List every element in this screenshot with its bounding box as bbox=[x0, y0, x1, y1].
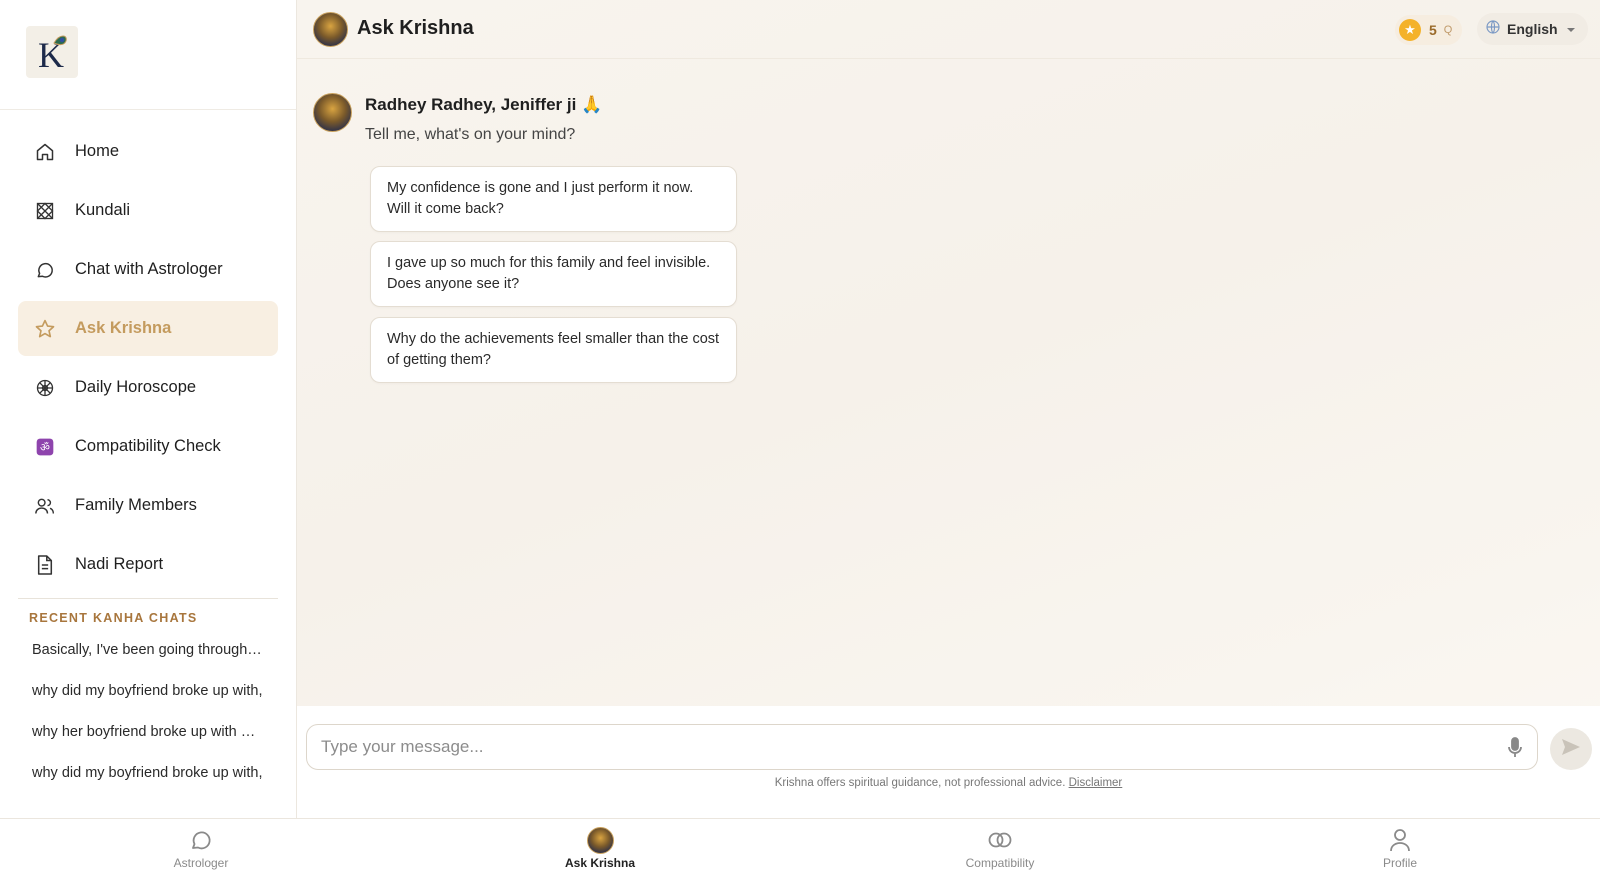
bottom-nav: Astrologer Ask Krishna Compatibility Pro… bbox=[0, 818, 1600, 875]
microphone-icon[interactable] bbox=[1507, 737, 1523, 764]
om-icon: ॐ bbox=[34, 436, 56, 458]
coin-count: 5 bbox=[1429, 22, 1437, 38]
logo-area: K bbox=[0, 0, 296, 110]
sidebar-item-family-members[interactable]: Family Members bbox=[18, 478, 278, 533]
coin-star-icon: ★ bbox=[1399, 19, 1421, 41]
zodiac-wheel-icon bbox=[34, 377, 56, 399]
sidebar-item-chat-with-astrologer[interactable]: Chat with Astrologer bbox=[18, 242, 278, 297]
sidebar-item-label: Nadi Report bbox=[75, 555, 164, 573]
message-input-box bbox=[306, 724, 1538, 770]
composer: Krishna offers spiritual guidance, not p… bbox=[297, 706, 1600, 818]
sidebar-item-nadi-report[interactable]: Nadi Report bbox=[18, 537, 278, 592]
chat-bubble-icon bbox=[141, 827, 261, 853]
tab-profile[interactable]: Profile bbox=[1340, 827, 1460, 870]
sidebar-item-label: Kundali bbox=[75, 201, 131, 219]
tab-label: Profile bbox=[1382, 856, 1417, 870]
sidebar-item-kundali[interactable]: Kundali bbox=[18, 183, 278, 238]
language-selector[interactable]: English bbox=[1477, 13, 1588, 45]
document-icon bbox=[34, 554, 56, 576]
globe-icon bbox=[1485, 19, 1501, 40]
page-title: Ask Krishna bbox=[357, 17, 474, 39]
recent-chat-item[interactable]: Basically, I've been going through… bbox=[0, 630, 272, 671]
coin-suffix: Q bbox=[1443, 24, 1453, 36]
home-icon bbox=[34, 141, 56, 163]
chat-main: Ask Krishna ★ 5 Q English Radhey Radhey,… bbox=[297, 0, 1600, 818]
sidebar-nav: Home Kundali Chat with Astrologer Ask Kr… bbox=[0, 110, 296, 592]
tab-ask-krishna[interactable]: Ask Krishna bbox=[540, 826, 660, 870]
tab-label: Ask Krishna bbox=[564, 856, 636, 870]
sidebar-item-label: Home bbox=[75, 142, 120, 160]
svg-text:ॐ: ॐ bbox=[40, 441, 50, 454]
suggestion-chip[interactable]: My confidence is gone and I just perform… bbox=[370, 166, 737, 232]
coin-balance[interactable]: ★ 5 Q bbox=[1395, 15, 1463, 45]
recent-chat-item[interactable]: why did my boyfriend broke up with, bbox=[0, 753, 272, 794]
chat-bubble-icon bbox=[34, 259, 56, 281]
person-icon bbox=[1340, 827, 1460, 853]
language-label: English bbox=[1507, 21, 1558, 37]
sidebar-item-label: Chat with Astrologer bbox=[75, 260, 223, 278]
recent-chat-item[interactable]: why did my boyfriend broke up with, bbox=[0, 671, 272, 712]
krishna-avatar bbox=[313, 93, 352, 132]
suggestion-chip[interactable]: I gave up so much for this family and fe… bbox=[370, 241, 737, 307]
tab-astrologer[interactable]: Astrologer bbox=[141, 827, 261, 870]
star-icon bbox=[34, 318, 56, 340]
tab-compatibility[interactable]: Compatibility bbox=[940, 827, 1060, 870]
kundali-grid-icon bbox=[34, 200, 56, 222]
prompt-text: Tell me, what's on your mind? bbox=[365, 126, 576, 143]
sidebar-item-label: Ask Krishna bbox=[75, 319, 172, 337]
chevron-down-icon bbox=[1566, 20, 1576, 38]
send-icon bbox=[1561, 738, 1581, 761]
recent-chats-heading: RECENT KANHA CHATS bbox=[29, 611, 198, 625]
chat-header: Ask Krishna ★ 5 Q English bbox=[297, 0, 1600, 59]
tab-label: Compatibility bbox=[965, 856, 1035, 870]
disclaimer-note: Krishna offers spiritual guidance, not p… bbox=[297, 777, 1600, 789]
suggestion-chip[interactable]: Why do the achievements feel smaller tha… bbox=[370, 317, 737, 383]
sidebar-item-label: Compatibility Check bbox=[75, 437, 221, 455]
tab-label: Astrologer bbox=[173, 856, 229, 870]
message-input[interactable] bbox=[321, 737, 1471, 757]
krishna-avatar-icon bbox=[540, 826, 660, 854]
sidebar-item-ask-krishna[interactable]: Ask Krishna bbox=[18, 301, 278, 356]
sidebar-item-compatibility-check[interactable]: ॐ Compatibility Check bbox=[18, 419, 278, 474]
disclaimer-link[interactable]: Disclaimer bbox=[1069, 777, 1123, 789]
sidebar: K Home Kundali Chat with Astrologer Ask … bbox=[0, 0, 297, 818]
sidebar-item-home[interactable]: Home bbox=[18, 124, 278, 179]
people-icon bbox=[34, 495, 56, 517]
rings-icon bbox=[940, 827, 1060, 853]
sidebar-item-label: Family Members bbox=[75, 496, 197, 514]
sidebar-item-daily-horoscope[interactable]: Daily Horoscope bbox=[18, 360, 278, 415]
krishna-avatar bbox=[313, 12, 348, 47]
app-logo[interactable]: K bbox=[26, 26, 78, 78]
greeting-text: Radhey Radhey, Jeniffer ji 🙏 bbox=[365, 95, 603, 114]
send-button[interactable] bbox=[1550, 728, 1592, 770]
sidebar-item-label: Daily Horoscope bbox=[75, 378, 197, 396]
recent-chat-item[interactable]: why her boyfriend broke up with … bbox=[0, 712, 272, 753]
recent-chats-list: Basically, I've been going through… why … bbox=[0, 630, 296, 794]
disclaimer-text: Krishna offers spiritual guidance, not p… bbox=[774, 777, 1066, 789]
